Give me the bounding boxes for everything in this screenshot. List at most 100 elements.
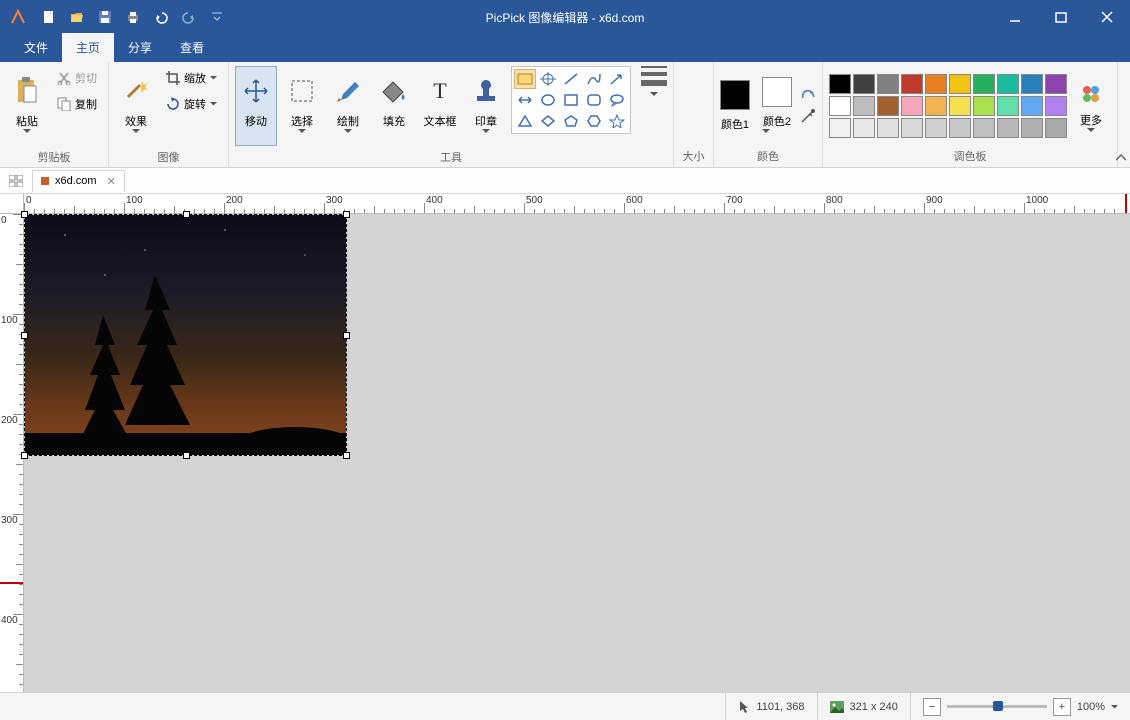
- tab-view[interactable]: 查看: [166, 33, 218, 62]
- crop-icon: [166, 71, 180, 85]
- palette-swatch[interactable]: [853, 74, 875, 94]
- palette-swatch[interactable]: [949, 118, 971, 138]
- minimize-button[interactable]: [992, 0, 1038, 34]
- palette-swatch[interactable]: [853, 96, 875, 116]
- stamp-tool-button[interactable]: 印章: [465, 66, 507, 146]
- palette-swatch[interactable]: [925, 118, 947, 138]
- copy-button[interactable]: 复制: [52, 92, 102, 116]
- text-tool-button[interactable]: T 文本框: [419, 66, 461, 146]
- tab-share[interactable]: 分享: [114, 33, 166, 62]
- palette-swatch[interactable]: [1021, 74, 1043, 94]
- windows-grid-icon[interactable]: [4, 171, 28, 191]
- maximize-button[interactable]: [1038, 0, 1084, 34]
- palette-swatch[interactable]: [1045, 96, 1067, 116]
- palette-swatch[interactable]: [973, 74, 995, 94]
- save-icon[interactable]: [94, 6, 116, 28]
- brush-icon: [335, 73, 361, 109]
- group-label: 颜色: [720, 145, 816, 167]
- palette-swatch[interactable]: [973, 118, 995, 138]
- palette-swatch[interactable]: [1021, 118, 1043, 138]
- palette-swatch[interactable]: [877, 74, 899, 94]
- shape-arrow[interactable]: [606, 69, 628, 89]
- print-icon[interactable]: [122, 6, 144, 28]
- close-tab-icon[interactable]: ✕: [107, 175, 116, 188]
- open-icon[interactable]: [66, 6, 88, 28]
- canvas-viewport[interactable]: [24, 214, 1130, 692]
- select-tool-button[interactable]: 选择: [281, 66, 323, 146]
- palette-swatch[interactable]: [949, 96, 971, 116]
- undo-icon[interactable]: [150, 6, 172, 28]
- palette-swatch[interactable]: [1045, 74, 1067, 94]
- more-colors-button[interactable]: 更多: [1071, 78, 1111, 133]
- paste-button[interactable]: 粘贴: [6, 66, 48, 146]
- palette-swatch[interactable]: [997, 74, 1019, 94]
- shape-line[interactable]: [560, 69, 582, 89]
- color1-swatch[interactable]: [720, 80, 750, 110]
- document-tab[interactable]: x6d.com ✕: [32, 170, 125, 192]
- shape-curve[interactable]: [583, 69, 605, 89]
- color2-swatch[interactable]: [762, 77, 792, 107]
- draw-tool-button[interactable]: 绘制: [327, 66, 369, 146]
- tab-file[interactable]: 文件: [10, 33, 62, 62]
- close-button[interactable]: [1084, 0, 1130, 34]
- move-icon: [243, 73, 269, 109]
- shape-pentagon[interactable]: [560, 111, 582, 131]
- tab-home[interactable]: 主页: [62, 33, 114, 62]
- new-icon[interactable]: [38, 6, 60, 28]
- shape-triangle[interactable]: [514, 111, 536, 131]
- canvas-image[interactable]: [25, 215, 346, 455]
- shape-star[interactable]: [606, 111, 628, 131]
- color-palette[interactable]: [829, 74, 1067, 138]
- palette-swatch[interactable]: [925, 74, 947, 94]
- stroke-weight[interactable]: [641, 66, 667, 99]
- chevron-down-icon: [298, 129, 306, 134]
- zoom-slider[interactable]: [947, 705, 1047, 708]
- swap-colors-icon[interactable]: [800, 88, 816, 104]
- group-palette: 更多 调色板: [823, 62, 1118, 167]
- palette-swatch[interactable]: [901, 96, 923, 116]
- palette-swatch[interactable]: [997, 118, 1019, 138]
- cut-button[interactable]: 剪切: [52, 66, 102, 90]
- palette-swatch[interactable]: [1021, 96, 1043, 116]
- chevron-down-icon[interactable]: [1111, 705, 1118, 709]
- palette-swatch[interactable]: [997, 96, 1019, 116]
- shapes-gallery[interactable]: [511, 66, 631, 134]
- palette-swatch[interactable]: [877, 118, 899, 138]
- shape-roundrect[interactable]: [583, 90, 605, 110]
- palette-swatch[interactable]: [949, 74, 971, 94]
- palette-swatch[interactable]: [901, 74, 923, 94]
- zoom-in-button[interactable]: +: [1053, 698, 1071, 716]
- ruler-corner: [0, 194, 24, 214]
- shape-rect-outline[interactable]: [560, 90, 582, 110]
- palette-swatch[interactable]: [925, 96, 947, 116]
- editor-area: 01002003004005006007008009001000 0100200…: [0, 194, 1130, 692]
- shape-diamond[interactable]: [537, 111, 559, 131]
- palette-swatch[interactable]: [853, 118, 875, 138]
- palette-swatch[interactable]: [973, 96, 995, 116]
- palette-swatch[interactable]: [829, 96, 851, 116]
- palette-swatch[interactable]: [877, 96, 899, 116]
- status-cursor: 1101, 368: [725, 693, 816, 720]
- palette-swatch[interactable]: [829, 118, 851, 138]
- move-tool-button[interactable]: 移动: [235, 66, 277, 146]
- palette-swatch[interactable]: [1045, 118, 1067, 138]
- palette-swatch[interactable]: [829, 74, 851, 94]
- shape-arrow-double[interactable]: [514, 90, 536, 110]
- effects-button[interactable]: 效果: [115, 66, 157, 146]
- redo-icon[interactable]: [178, 6, 200, 28]
- image-icon: [830, 701, 844, 713]
- shape-hexagon[interactable]: [583, 111, 605, 131]
- shape-ellipse[interactable]: [537, 90, 559, 110]
- rotate-button[interactable]: 旋转: [161, 92, 222, 116]
- zoom-out-button[interactable]: −: [923, 698, 941, 716]
- shape-crosshair[interactable]: [537, 69, 559, 89]
- shape-rectangle[interactable]: [514, 69, 536, 89]
- qat-dropdown-icon[interactable]: [206, 6, 228, 28]
- zoom-button[interactable]: 缩放: [161, 66, 222, 90]
- eyedropper-icon[interactable]: [800, 108, 816, 124]
- group-label: 剪贴板: [6, 146, 102, 168]
- palette-swatch[interactable]: [901, 118, 923, 138]
- shape-callout[interactable]: [606, 90, 628, 110]
- collapse-ribbon-icon[interactable]: [1116, 153, 1126, 163]
- fill-tool-button[interactable]: 填充: [373, 66, 415, 146]
